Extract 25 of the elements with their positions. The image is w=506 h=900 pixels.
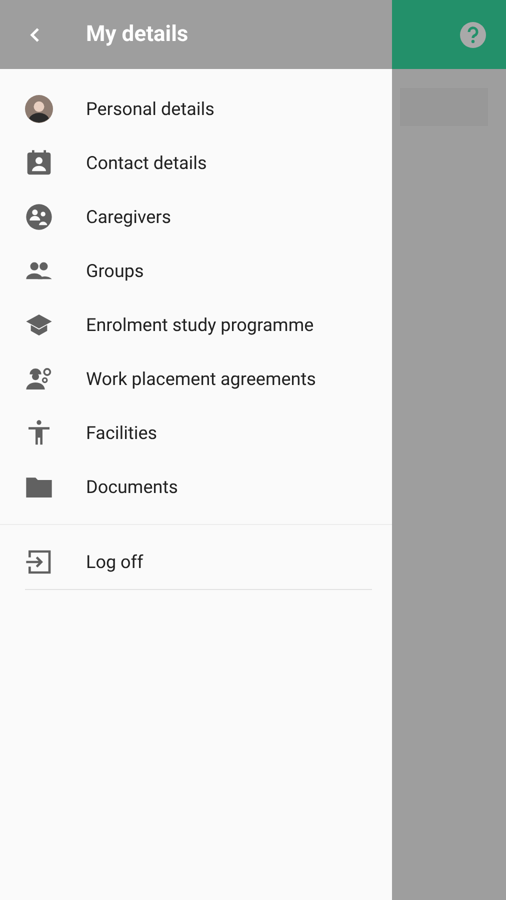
menu-item[interactable]: Groups [0,244,392,298]
drawer-title: My details [86,22,188,47]
people-circle-icon [25,203,53,231]
log-off-icon [25,548,53,576]
menu-item[interactable]: Personal details [0,82,392,136]
menu-item[interactable]: Log off [0,535,392,589]
menu-item[interactable]: Facilities [0,406,392,460]
menu-item-label: Personal details [86,98,214,120]
menu-item[interactable]: Contact details [0,136,392,190]
back-icon [28,26,42,44]
menu-item-label: Documents [86,476,178,498]
help-icon[interactable] [460,22,486,48]
menu-item-label: Contact details [86,152,207,174]
avatar-icon [25,95,53,123]
menu-item[interactable]: Enrolment study programme [0,298,392,352]
menu-item-label: Log off [86,552,144,572]
menu-item[interactable]: Caregivers [0,190,392,244]
menu-item-label: Groups [86,260,144,282]
menu-item[interactable]: Documents [0,460,392,514]
menu-item-label: Work placement agreements [86,368,316,390]
menu-item-label: Caregivers [86,206,172,228]
menu-item-label: Facilities [86,422,158,444]
contact-card-icon [25,149,53,177]
menu-item[interactable]: Work placement agreements [0,352,392,406]
menu-item-label: Enrolment study programme [86,314,314,336]
